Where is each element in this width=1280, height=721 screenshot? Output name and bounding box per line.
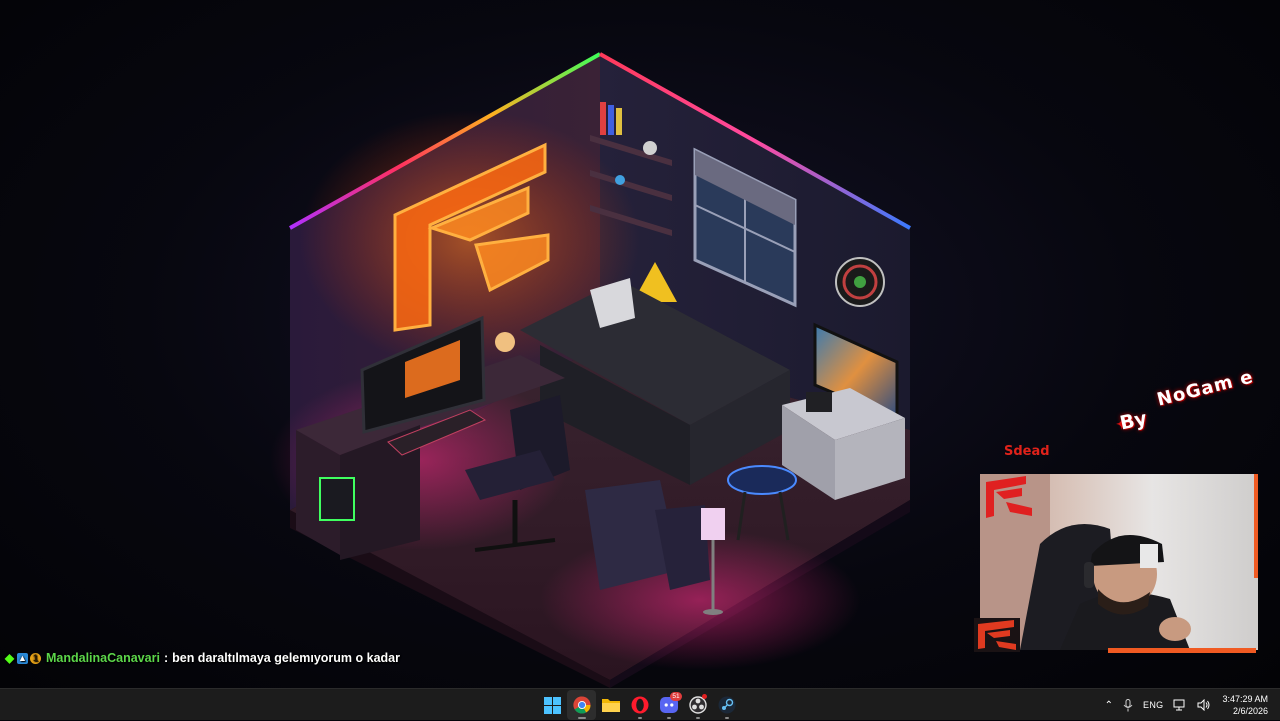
channel-logo-icon xyxy=(974,618,1020,652)
tray-clock[interactable]: 3:47:29 AM 2/6/2026 xyxy=(1216,689,1280,721)
taskbar-apps: 51 xyxy=(538,689,741,721)
taskbar-file-explorer-button[interactable] xyxy=(596,690,625,720)
obs-recording-dot-icon xyxy=(702,694,707,699)
chat-username: MandalinaCanavari xyxy=(46,651,160,665)
gift-badge-icon: 1 xyxy=(30,652,41,664)
system-tray: ⌃ ENG 3:47:29 AM 2/6/2026 xyxy=(1100,689,1280,721)
chat-message-text: ben daraltılmaya gelemıyorum o kadar xyxy=(172,651,400,665)
taskbar-chrome-button[interactable] xyxy=(567,690,596,720)
tray-network-button[interactable] xyxy=(1168,689,1192,721)
taskbar-steam-button[interactable] xyxy=(712,690,741,720)
kick-icon: ◆ xyxy=(4,651,15,665)
taskbar-opera-button[interactable] xyxy=(625,690,654,720)
dead-counter-label: Sdead xyxy=(1004,444,1050,459)
clock-date: 2/6/2026 xyxy=(1232,706,1268,716)
tray-microphone-button[interactable] xyxy=(1118,689,1138,721)
chat-separator: : xyxy=(163,651,169,665)
brand-by-text: By xyxy=(1118,407,1149,435)
desktop: ✦ By NoGam e Sdead ◆ ▲ 1 MandalinaCanava… xyxy=(0,0,1280,688)
webcam-image xyxy=(980,474,1191,650)
opera-icon xyxy=(631,696,648,714)
webcam-accent-right xyxy=(1254,474,1258,578)
start-button[interactable] xyxy=(538,690,567,720)
chat-message: ◆ ▲ 1 MandalinaCanavari : ben daraltılma… xyxy=(4,650,400,666)
chrome-icon xyxy=(572,696,590,714)
subscriber-badge-icon: ▲ xyxy=(17,652,28,664)
webcam-feed xyxy=(980,474,1258,650)
speaker-icon xyxy=(1197,699,1210,711)
brand-name-text: NoGam e xyxy=(1154,366,1256,411)
taskbar: 51 ⌃ ENG 3:47:29 AM 2/6/2026 xyxy=(0,688,1280,720)
microphone-icon xyxy=(1123,698,1133,711)
webcam-accent-bottom xyxy=(1108,648,1256,653)
network-icon xyxy=(1173,699,1185,711)
chevron-up-icon: ⌃ xyxy=(1104,699,1114,711)
folder-icon xyxy=(601,699,620,712)
taskbar-discord-button[interactable]: 51 xyxy=(654,690,683,720)
discord-notification-badge: 51 xyxy=(670,692,682,701)
steam-icon xyxy=(718,696,735,714)
taskbar-obs-button[interactable] xyxy=(683,690,712,720)
windows-start-icon xyxy=(544,696,561,714)
clock-time: 3:47:29 AM xyxy=(1222,694,1268,704)
tray-volume-button[interactable] xyxy=(1192,689,1216,721)
brand-watermark: ✦ By NoGam e xyxy=(1116,366,1266,435)
tray-overflow-button[interactable]: ⌃ xyxy=(1100,689,1118,721)
tray-language-indicator[interactable]: ENG xyxy=(1138,689,1168,721)
